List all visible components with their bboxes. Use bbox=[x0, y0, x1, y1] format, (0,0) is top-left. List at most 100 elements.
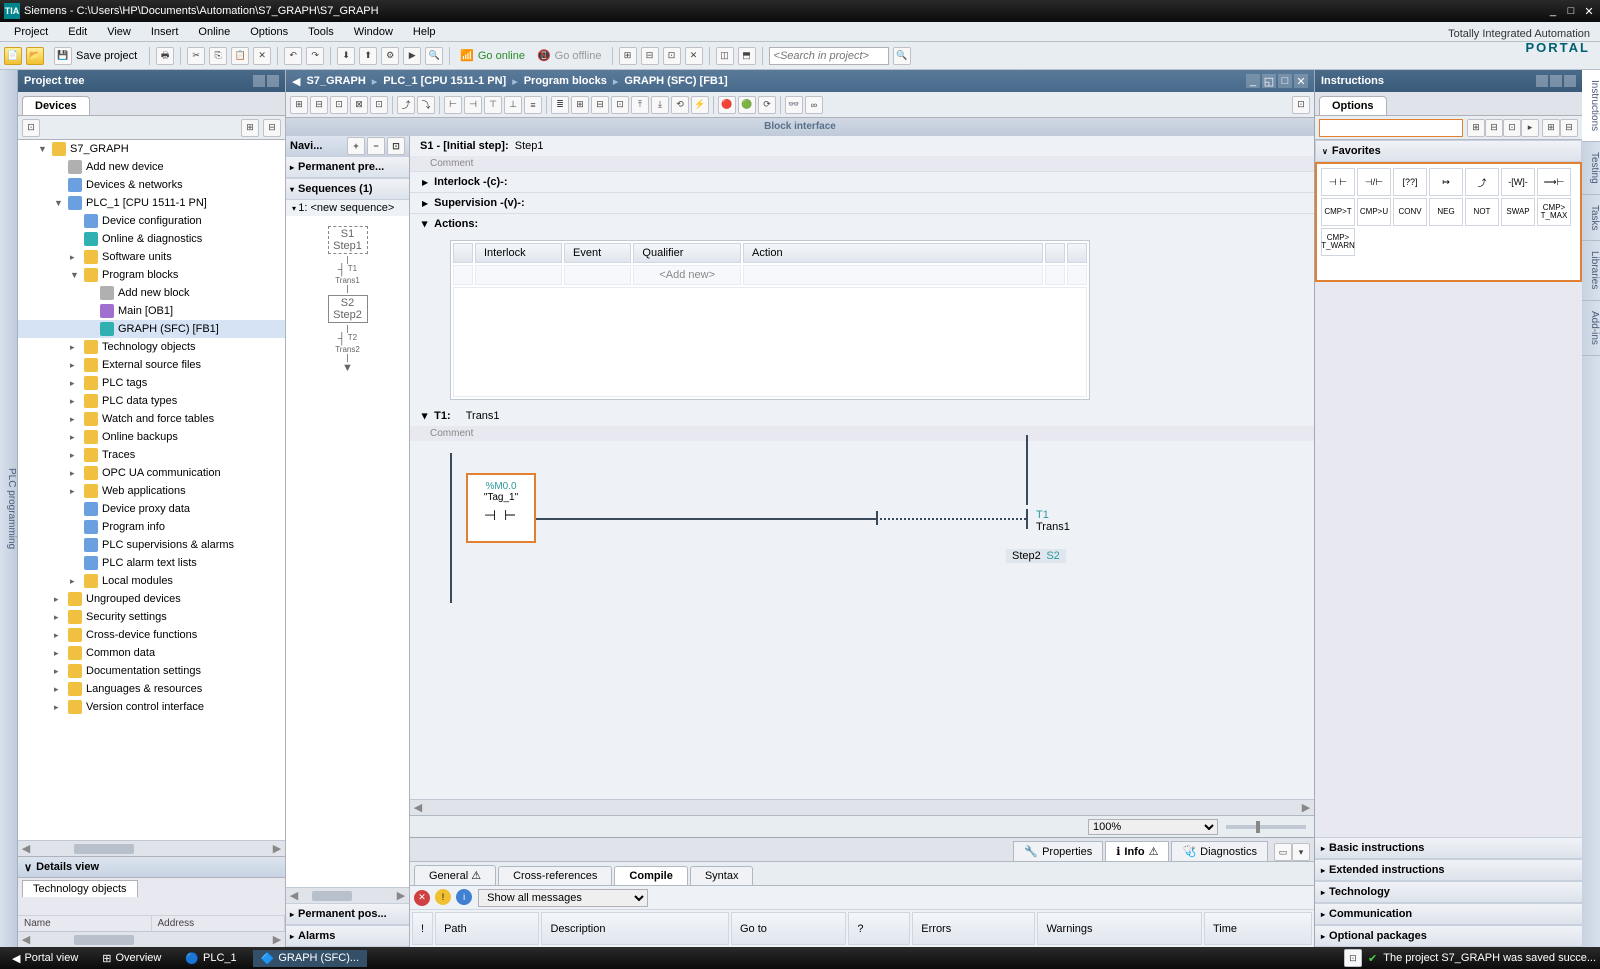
et-2[interactable]: ⊟ bbox=[310, 96, 328, 114]
accessible-devices-icon[interactable]: 🔍 bbox=[425, 47, 443, 65]
rtab-instructions[interactable]: Instructions bbox=[1582, 70, 1600, 142]
tab-options[interactable]: Options bbox=[1319, 96, 1387, 115]
bc-back-icon[interactable]: ◀ bbox=[292, 75, 300, 88]
tree-item[interactable]: ▸PLC tags bbox=[18, 374, 285, 392]
et-20[interactable]: ⚡ bbox=[691, 96, 709, 114]
cut-icon[interactable]: ✂ bbox=[187, 47, 205, 65]
et-15[interactable]: ⊟ bbox=[591, 96, 609, 114]
et-25[interactable]: ∞ bbox=[805, 96, 823, 114]
subtab-general[interactable]: General ⚠ bbox=[414, 865, 496, 885]
cat-communication[interactable]: ▸Communication bbox=[1315, 903, 1582, 925]
tree-item[interactable]: ▸Ungrouped devices bbox=[18, 590, 285, 608]
menu-view[interactable]: View bbox=[97, 24, 141, 40]
tree-item[interactable]: ▸External source files bbox=[18, 356, 285, 374]
fav-nopen[interactable]: ⊣ ⊢ bbox=[1321, 168, 1355, 196]
actions-section[interactable]: ▶Actions: bbox=[410, 213, 1314, 234]
menu-insert[interactable]: Insert bbox=[141, 24, 189, 40]
et-13[interactable]: ≣ bbox=[551, 96, 569, 114]
zoom-out-icon[interactable]: − bbox=[367, 137, 385, 155]
tree-item[interactable]: Device configuration bbox=[18, 212, 285, 230]
ed-close-icon[interactable]: ✕ bbox=[1294, 74, 1308, 88]
tree-item[interactable]: ▸Cross-device functions bbox=[18, 626, 285, 644]
message-table[interactable]: ! PathDescription Go to? ErrorsWarningsT… bbox=[410, 910, 1314, 947]
collapse-icon[interactable] bbox=[253, 75, 265, 87]
tree-item[interactable]: ▸Documentation settings bbox=[18, 662, 285, 680]
tree-item[interactable]: ▸Version control interface bbox=[18, 698, 285, 716]
tab-diagnostics[interactable]: 🩺 Diagnostics bbox=[1171, 841, 1268, 861]
et-19[interactable]: ⟲ bbox=[671, 96, 689, 114]
instr-tb6[interactable]: ⊟ bbox=[1560, 119, 1578, 137]
undo-icon[interactable]: ↶ bbox=[284, 47, 302, 65]
close-button[interactable]: ✕ bbox=[1582, 4, 1596, 18]
fav-tmax[interactable]: CMP> T_MAX bbox=[1537, 198, 1571, 226]
split-v-icon[interactable]: ⬒ bbox=[738, 47, 756, 65]
maximize-button[interactable]: □ bbox=[1564, 4, 1578, 18]
alarms-section[interactable]: ▸Alarms bbox=[286, 925, 409, 947]
menu-tools[interactable]: Tools bbox=[298, 24, 344, 40]
message-filter-select[interactable]: Show all messages bbox=[478, 889, 648, 907]
block-interface-bar[interactable]: Block interface bbox=[286, 118, 1314, 136]
tb-icon-3[interactable]: ⊡ bbox=[663, 47, 681, 65]
menu-options[interactable]: Options bbox=[240, 24, 298, 40]
subtab-compile[interactable]: Compile bbox=[614, 866, 687, 885]
print-icon[interactable]: 🖶 bbox=[156, 47, 174, 65]
instr-ctrl2[interactable] bbox=[1550, 75, 1562, 87]
tb-icon-1[interactable]: ⊞ bbox=[619, 47, 637, 65]
et-23[interactable]: ⟳ bbox=[758, 96, 776, 114]
tree-item[interactable]: ▸OPC UA communication bbox=[18, 464, 285, 482]
save-project-button[interactable]: 💾Save project bbox=[48, 45, 143, 67]
fav-cmpt[interactable]: CMP>T bbox=[1321, 198, 1355, 226]
open-project-icon[interactable]: 📂 bbox=[26, 47, 44, 65]
pin-icon[interactable] bbox=[267, 75, 279, 87]
subtab-crossref[interactable]: Cross-references bbox=[498, 866, 612, 885]
et-16[interactable]: ⊡ bbox=[611, 96, 629, 114]
tb-icon-4[interactable]: ✕ bbox=[685, 47, 703, 65]
zoom-fit-icon[interactable]: ⊡ bbox=[387, 137, 405, 155]
tree-item[interactable]: Add new block bbox=[18, 284, 285, 302]
rtab-libraries[interactable]: Libraries bbox=[1582, 241, 1600, 300]
delete-icon[interactable]: ✕ bbox=[253, 47, 271, 65]
et-5[interactable]: ⊡ bbox=[370, 96, 388, 114]
rtab-addins[interactable]: Add-ins bbox=[1582, 301, 1600, 356]
et-9[interactable]: ⊣ bbox=[464, 96, 482, 114]
nav-overview[interactable]: S1Step1 ┤T1Trans1 S2Step2 ┤T2Trans2 ▼ bbox=[286, 216, 409, 887]
tree-item[interactable]: ▸Software units bbox=[18, 248, 285, 266]
sequence-item[interactable]: ▾ 1: <new sequence> bbox=[286, 200, 409, 216]
actions-table[interactable]: Interlock Event Qualifier Action <Add ne… bbox=[450, 240, 1090, 400]
minimize-button[interactable]: _ bbox=[1546, 4, 1560, 18]
new-project-icon[interactable]: 📄 bbox=[4, 47, 22, 65]
go-online-button[interactable]: 📶 Go online bbox=[456, 47, 529, 64]
fav-not[interactable]: NOT bbox=[1465, 198, 1499, 226]
permanent-pre-section[interactable]: ▸Permanent pre... bbox=[286, 156, 409, 178]
rtab-tasks[interactable]: Tasks bbox=[1582, 195, 1600, 242]
add-new-action-row[interactable]: <Add new> bbox=[453, 265, 1087, 285]
zoom-slider[interactable] bbox=[1226, 825, 1306, 829]
tree-item[interactable]: PLC supervisions & alarms bbox=[18, 536, 285, 554]
overview-tab[interactable]: ⊞ Overview bbox=[94, 950, 169, 967]
simulate-icon[interactable]: ▶ bbox=[403, 47, 421, 65]
instr-ctrl3[interactable] bbox=[1564, 75, 1576, 87]
tree-item[interactable]: Add new device bbox=[18, 158, 285, 176]
tree-item[interactable]: Device proxy data bbox=[18, 500, 285, 518]
menu-help[interactable]: Help bbox=[403, 24, 446, 40]
et-12[interactable]: ≡ bbox=[524, 96, 542, 114]
tree-tool-3[interactable]: ⊟ bbox=[263, 119, 281, 137]
copy-icon[interactable]: ⎘ bbox=[209, 47, 227, 65]
et-1[interactable]: ⊞ bbox=[290, 96, 308, 114]
tree-tool-2[interactable]: ⊞ bbox=[241, 119, 259, 137]
tb-icon-2[interactable]: ⊟ bbox=[641, 47, 659, 65]
instr-tb3[interactable]: ⊡ bbox=[1503, 119, 1521, 137]
permanent-post-section[interactable]: ▸Permanent pos... bbox=[286, 903, 409, 925]
search-button-icon[interactable]: 🔍 bbox=[893, 47, 911, 65]
details-view-header[interactable]: ∨Details view bbox=[18, 856, 285, 878]
instr-tb1[interactable]: ⊞ bbox=[1467, 119, 1485, 137]
zoom-select[interactable]: 100% bbox=[1088, 819, 1218, 835]
transition-header[interactable]: ▶T1: Trans1 bbox=[410, 406, 1314, 426]
instr-tb4[interactable]: ▸ bbox=[1521, 119, 1539, 137]
fav-jump[interactable]: ⟶⊢ bbox=[1537, 168, 1571, 196]
left-side-tab-plc[interactable]: PLC programming bbox=[0, 70, 18, 947]
split-h-icon[interactable]: ◫ bbox=[716, 47, 734, 65]
et-21[interactable]: 🔴 bbox=[718, 96, 736, 114]
et-22[interactable]: 🟢 bbox=[738, 96, 756, 114]
warning-filter-icon[interactable]: ! bbox=[435, 889, 451, 905]
